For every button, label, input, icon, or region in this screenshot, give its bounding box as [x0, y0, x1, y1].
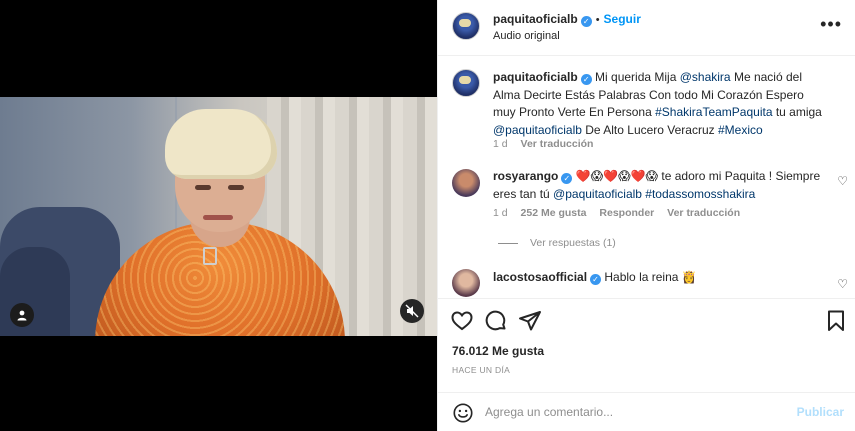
post-timestamp[interactable]: HACE UN DÍA — [452, 365, 510, 375]
person-eye-right — [228, 185, 244, 190]
bookmark-icon[interactable] — [824, 309, 848, 333]
verified-badge-icon: ✓ — [561, 173, 573, 184]
person-necklace — [203, 247, 217, 265]
mention-link[interactable]: @shakira — [680, 70, 731, 84]
comment-meta: 1 d 252 Me gusta Responder Ver traducció… — [493, 207, 750, 219]
caption-avatar[interactable] — [452, 69, 480, 97]
mute-toggle-button[interactable] — [400, 299, 424, 323]
person-mouth — [203, 215, 233, 220]
caption-part: Mi querida Mija — [595, 70, 680, 84]
caption-part: De Alto Lucero Veracruz — [581, 122, 718, 137]
comment-age: 1 d — [493, 207, 508, 219]
comment-text: lacostosaofficial ✓ Hablo la reina 👸 — [493, 269, 823, 287]
comment-like-heart-icon[interactable]: ♡ — [837, 174, 848, 188]
sofa-arm — [0, 247, 70, 336]
comment-emojis: ❤️😱❤️😱❤️😱 — [575, 169, 659, 183]
hashtag-link[interactable]: #todassomosshakira — [645, 187, 755, 201]
person-hair — [165, 109, 277, 179]
verified-badge-icon: ✓ — [580, 74, 592, 85]
follow-button[interactable]: Seguir — [604, 12, 641, 26]
share-icon[interactable] — [518, 309, 542, 333]
comment-icon[interactable] — [484, 309, 508, 333]
author-username[interactable]: paquitaoficialb — [493, 12, 578, 26]
mention-link[interactable]: @paquitaoficialb — [493, 123, 582, 137]
comment-like-heart-icon[interactable]: ♡ — [837, 277, 848, 291]
media-panel — [0, 0, 437, 431]
heart-icon[interactable] — [450, 309, 474, 333]
translate-button[interactable]: Ver traducción — [667, 207, 740, 219]
comment-likes[interactable]: 252 Me gusta — [521, 207, 587, 219]
person-eye-left — [195, 185, 211, 190]
comment-composer: Publicar — [438, 392, 855, 431]
caption-age: 1 d — [493, 138, 508, 150]
comment-username[interactable]: lacostosaofficial — [493, 270, 587, 284]
hashtag-link[interactable]: #ShakiraTeamPaquita — [655, 105, 772, 119]
caption-meta: 1 d Ver traducción — [493, 138, 603, 150]
replies-line — [498, 242, 518, 244]
likes-count[interactable]: 76.012 Me gusta — [452, 344, 544, 358]
post-details-panel: paquitaoficialb ✓ • Seguir Audio original •… — [437, 0, 855, 431]
caption-text: paquitaoficialb ✓ Mi querida Mija @shakir… — [493, 69, 823, 139]
user-icon — [17, 310, 27, 321]
separator-dot: • — [595, 14, 600, 26]
publish-button[interactable]: Publicar — [797, 405, 844, 419]
comment-avatar[interactable] — [452, 269, 480, 297]
view-replies-label: Ver respuestas (1) — [530, 237, 616, 249]
verified-badge-icon: ✓ — [590, 274, 602, 285]
verified-badge-icon: ✓ — [580, 16, 592, 27]
comment-input[interactable] — [485, 405, 785, 419]
more-horizontal-icon[interactable]: ••• — [820, 14, 842, 35]
comment-username[interactable]: rosyarango — [493, 169, 558, 183]
comment-avatar[interactable] — [452, 169, 480, 197]
user-tags-button[interactable] — [10, 303, 34, 327]
caption-part: tu amiga — [772, 105, 822, 119]
comment-text: rosyarango ✓ ❤️😱❤️😱❤️😱 te adoro mi Paquit… — [493, 168, 823, 203]
author-line: paquitaoficialb ✓ • Seguir — [493, 12, 641, 27]
muted-speaker-icon — [405, 304, 419, 318]
comments-list[interactable]: paquitaoficialb ✓ Mi querida Mija @shakir… — [438, 57, 855, 297]
translate-button[interactable]: Ver traducción — [521, 138, 594, 150]
view-replies-button[interactable]: Ver respuestas (1) — [498, 237, 616, 249]
action-bar — [438, 298, 855, 342]
caption-username[interactable]: paquitaoficialb — [493, 70, 578, 84]
post-header: paquitaoficialb ✓ • Seguir Audio original •… — [438, 0, 855, 56]
hashtag-link[interactable]: #Mexico — [718, 123, 763, 137]
audio-link[interactable]: Audio original — [493, 30, 560, 42]
comment-part: Hablo la reina 👸 — [604, 270, 697, 284]
mention-link[interactable]: @paquitaoficialb — [553, 187, 642, 201]
author-avatar[interactable] — [452, 12, 480, 40]
reply-button[interactable]: Responder — [599, 207, 654, 219]
video-player[interactable] — [0, 97, 437, 336]
emoji-icon[interactable] — [452, 402, 474, 424]
